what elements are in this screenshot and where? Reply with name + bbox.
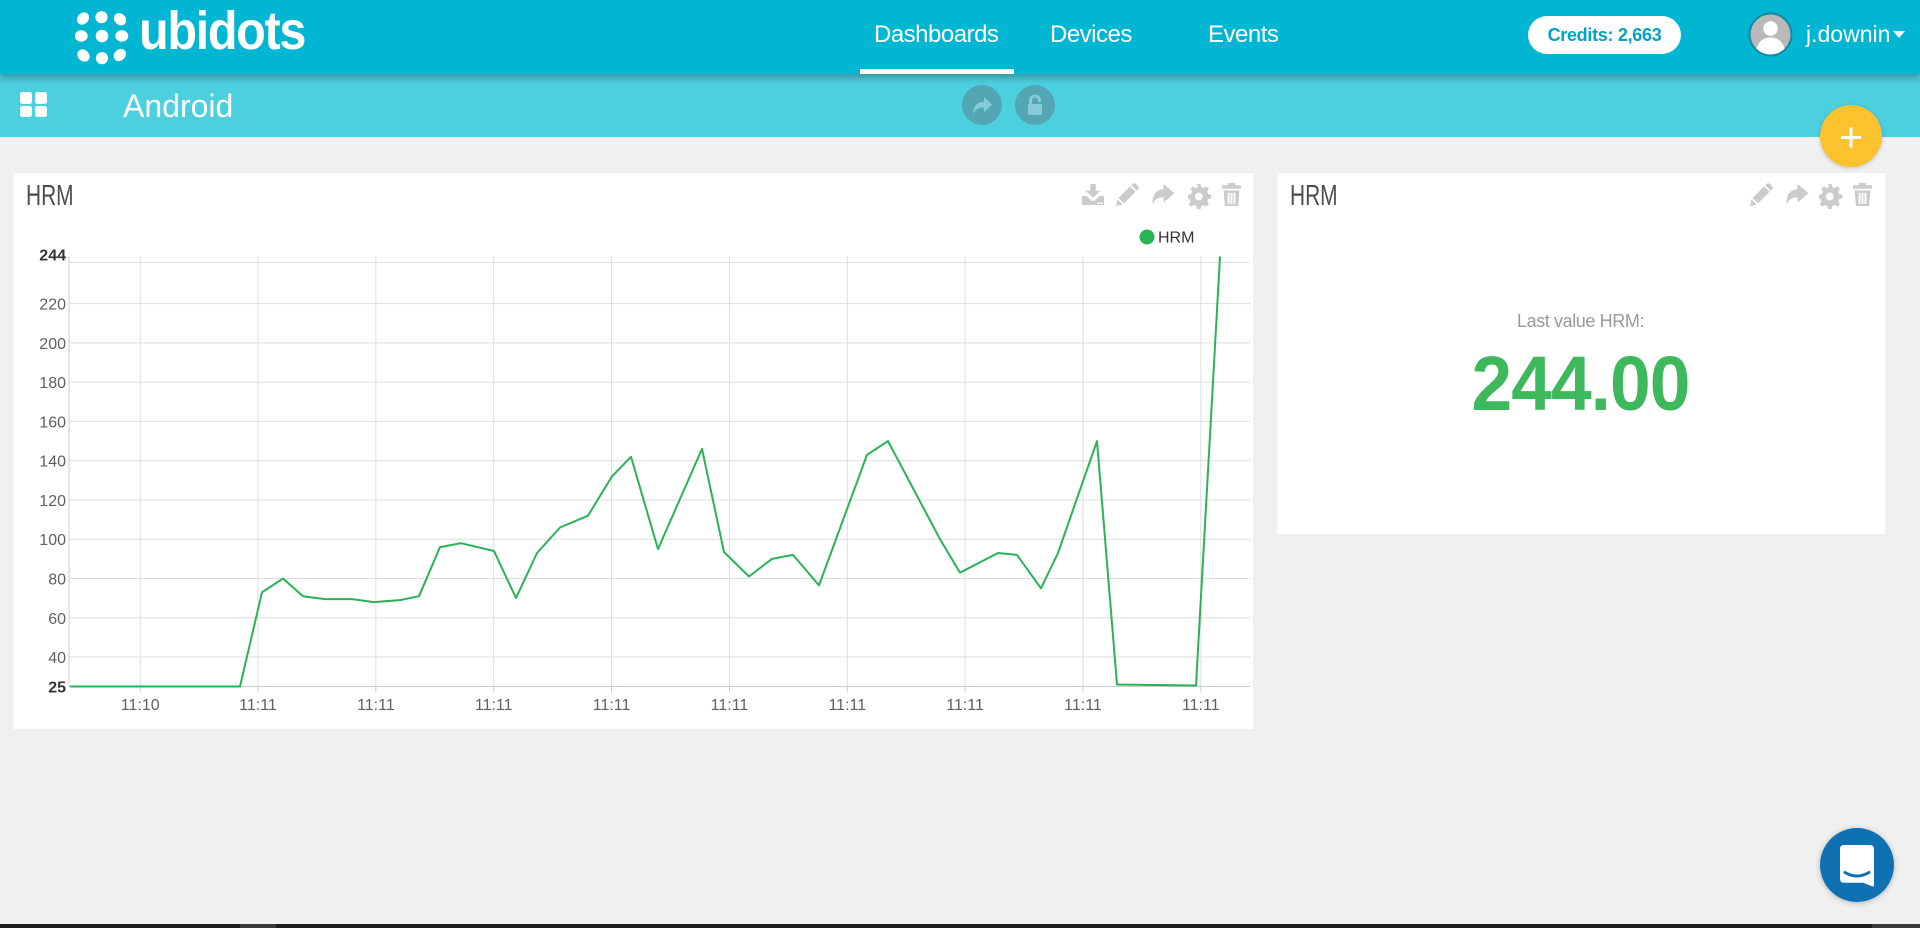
svg-text:11:11: 11:11	[828, 697, 866, 714]
svg-text:180: 180	[39, 375, 66, 392]
svg-text:11:11: 11:11	[593, 697, 631, 714]
svg-text:11:11: 11:11	[475, 697, 513, 714]
svg-text:11:11: 11:11	[946, 697, 984, 714]
svg-text:11:11: 11:11	[1064, 697, 1102, 714]
svg-text:80: 80	[48, 572, 66, 589]
svg-text:11:11: 11:11	[711, 697, 749, 714]
svg-text:100: 100	[39, 532, 66, 549]
svg-text:140: 140	[39, 454, 66, 471]
svg-text:160: 160	[39, 414, 66, 431]
svg-text:200: 200	[39, 336, 66, 353]
svg-text:11:10: 11:10	[121, 697, 160, 714]
svg-text:40: 40	[48, 650, 66, 667]
svg-text:25: 25	[48, 680, 66, 697]
svg-text:11:11: 11:11	[1182, 697, 1220, 714]
svg-text:11:11: 11:11	[357, 697, 395, 714]
svg-text:60: 60	[48, 611, 66, 628]
svg-text:11:11: 11:11	[239, 697, 277, 714]
svg-text:120: 120	[39, 493, 66, 510]
